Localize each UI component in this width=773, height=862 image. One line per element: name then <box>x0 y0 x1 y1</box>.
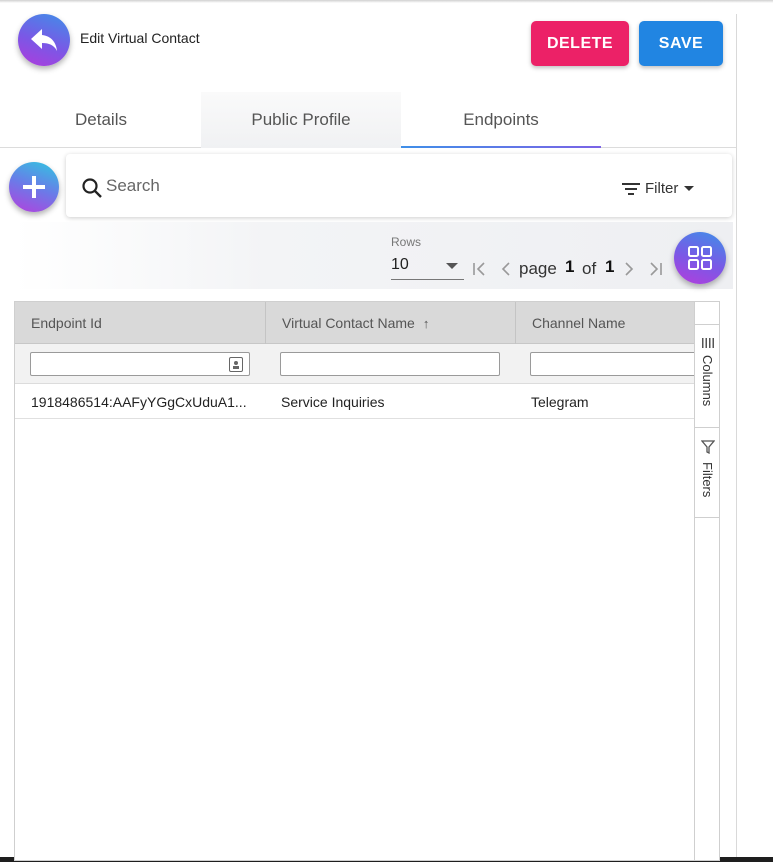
endpoints-grid: Endpoint Id Virtual Contact Name ↑ Chann… <box>14 301 720 861</box>
rows-per-page-select[interactable]: 10 <box>391 254 464 280</box>
filter-funnel-icon <box>701 440 715 454</box>
columns-icon <box>702 338 714 348</box>
previous-page-button[interactable] <box>496 258 516 280</box>
rows-label: Rows <box>391 235 422 249</box>
current-page: 1 <box>565 257 575 276</box>
tab-endpoints[interactable]: Endpoints <box>401 92 601 148</box>
filter-button[interactable]: Filter <box>622 180 695 197</box>
contact-card-icon <box>229 357 243 372</box>
page-title: Edit Virtual Contact <box>80 30 200 46</box>
add-endpoint-button[interactable] <box>9 162 59 212</box>
back-arrow-icon <box>31 29 57 51</box>
sort-ascending-icon: ↑ <box>422 315 430 331</box>
back-button[interactable] <box>18 14 70 66</box>
channel-name-filter-input[interactable] <box>530 352 719 376</box>
table-row[interactable]: 1918486514:AAFyYGgCxUduA1... Service Inq… <box>15 384 694 419</box>
column-filter-row <box>15 344 719 384</box>
column-header-endpoint-id[interactable]: Endpoint Id <box>15 302 265 344</box>
filter-lines-icon <box>622 182 640 195</box>
column-header-label: Virtual Contact Name <box>282 315 415 331</box>
search-input[interactable] <box>106 172 586 200</box>
first-page-button[interactable] <box>470 258 490 280</box>
tab-details[interactable]: Details <box>1 92 201 148</box>
page-word: page <box>519 259 557 278</box>
tab-bar: Details Public Profile Endpoints <box>0 92 736 148</box>
chevron-right-icon <box>625 262 634 276</box>
active-tab-indicator <box>401 146 601 148</box>
grid-view-button[interactable] <box>674 232 726 284</box>
columns-tab-label: Columns <box>700 355 715 407</box>
caret-down-icon <box>446 263 458 269</box>
tab-public-profile[interactable]: Public Profile <box>201 92 401 148</box>
grid-view-icon <box>688 246 712 270</box>
caret-down-icon <box>684 186 695 191</box>
rows-value: 10 <box>391 256 409 273</box>
last-page-icon <box>650 262 662 276</box>
cell-channel-name: Telegram <box>531 393 589 410</box>
search-bar: Filter <box>66 154 732 217</box>
right-divider <box>736 14 737 862</box>
chevron-left-icon <box>501 262 510 276</box>
virtual-contact-name-filter-input[interactable] <box>280 352 500 376</box>
filters-tab-label: Filters <box>700 462 715 498</box>
column-header-virtual-contact-name[interactable]: Virtual Contact Name ↑ <box>265 302 515 344</box>
next-page-button[interactable] <box>619 258 639 280</box>
column-header-label: Channel Name <box>532 315 626 331</box>
top-shadow <box>0 0 773 3</box>
of-word: of <box>582 259 597 278</box>
plus-icon <box>23 176 45 198</box>
cell-endpoint-id: 1918486514:AAFyYGgCxUduA1... <box>31 393 247 410</box>
cell-virtual-contact-name: Service Inquiries <box>281 393 385 410</box>
search-icon <box>82 178 102 198</box>
endpoint-id-filter-input[interactable] <box>30 352 250 376</box>
column-header-label: Endpoint Id <box>31 315 102 331</box>
last-page-button[interactable] <box>645 258 665 280</box>
column-header-channel-name[interactable]: Channel Name <box>515 302 694 344</box>
grid-side-bar: Columns Filters <box>694 302 719 860</box>
filter-label: Filter <box>645 180 679 197</box>
first-page-icon <box>473 262 485 276</box>
filters-panel-tab[interactable]: Filters <box>695 428 719 518</box>
delete-button[interactable]: DELETE <box>531 21 629 66</box>
grid-header: Endpoint Id Virtual Contact Name ↑ Chann… <box>15 302 694 344</box>
save-button[interactable]: SAVE <box>639 21 723 66</box>
columns-panel-tab[interactable]: Columns <box>695 324 719 428</box>
total-pages: 1 <box>605 257 615 276</box>
